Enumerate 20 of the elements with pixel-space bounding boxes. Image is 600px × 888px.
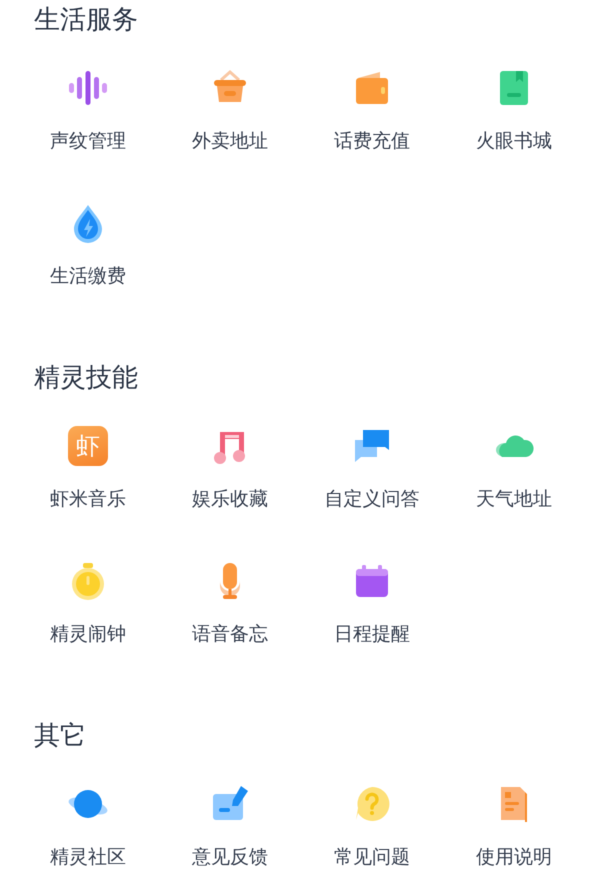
- service-label[interactable]: 语音备忘: [192, 621, 268, 647]
- service-label[interactable]: 火眼书城: [476, 128, 552, 154]
- section-title: 其它: [34, 720, 87, 753]
- service-label[interactable]: 天气地址: [476, 486, 552, 512]
- service-label[interactable]: 话费充值: [334, 128, 410, 154]
- service-label[interactable]: 精灵闹钟: [50, 621, 126, 647]
- service-label[interactable]: 精灵社区: [50, 844, 126, 870]
- section-title: 生活服务: [34, 4, 139, 37]
- service-label[interactable]: 娱乐收藏: [192, 486, 268, 512]
- service-label[interactable]: 生活缴费: [50, 263, 126, 289]
- service-label[interactable]: 常见问题: [334, 844, 410, 870]
- service-label[interactable]: 自定义问答: [324, 486, 420, 512]
- service-label[interactable]: 使用说明: [476, 844, 552, 870]
- service-label[interactable]: 声纹管理: [50, 128, 126, 154]
- service-label[interactable]: 日程提醒: [334, 621, 410, 647]
- section-title: 精灵技能: [34, 362, 139, 395]
- music-app-icon: 虾: [68, 426, 108, 466]
- service-label[interactable]: 意见反馈: [192, 844, 268, 870]
- service-label[interactable]: 虾米音乐: [50, 486, 126, 512]
- service-label[interactable]: 外卖地址: [192, 128, 268, 154]
